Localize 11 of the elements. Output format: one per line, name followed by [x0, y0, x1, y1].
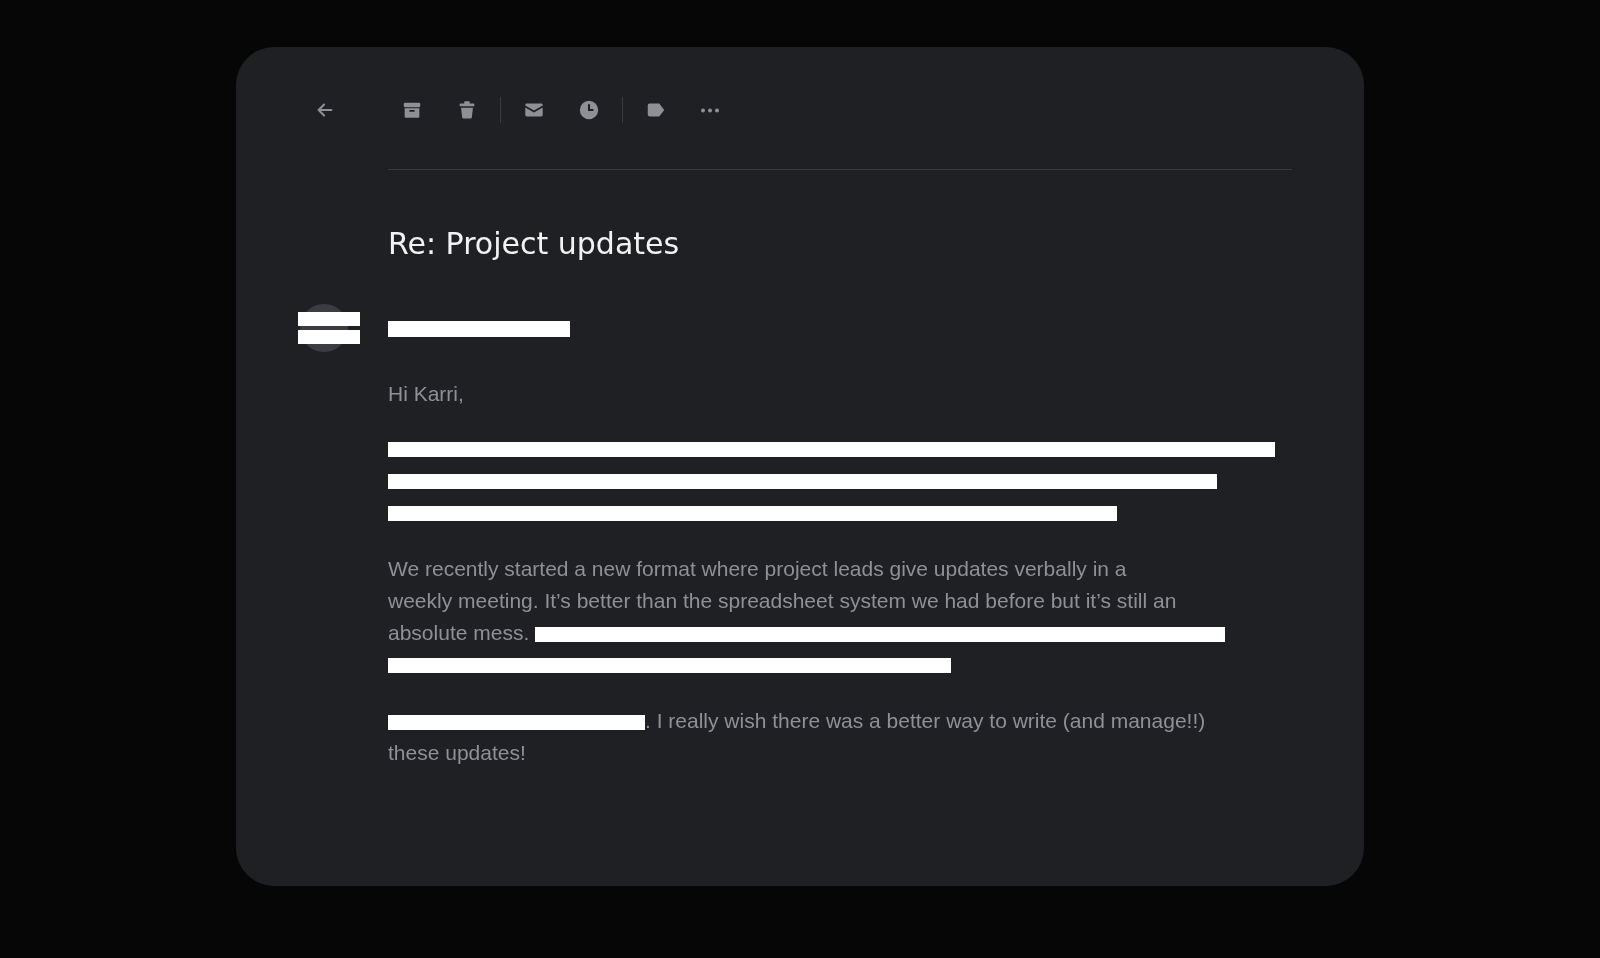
clock-icon — [578, 99, 600, 121]
more-icon — [700, 107, 720, 113]
email-subject: Re: Project updates — [388, 225, 681, 263]
body-text: weekly meeting. It’s better than the spreadsheet system we had before but it’s still an — [388, 588, 1177, 614]
greeting-text: Hi Karri, — [388, 381, 465, 407]
redaction-bar — [298, 312, 360, 326]
body-text: . I really wish there was a better way to write (and manage!!) — [645, 709, 1206, 732]
body-text: We recently started a new format where project leads give updates verbally in a — [388, 556, 1127, 582]
body-text: these updates! — [388, 740, 526, 766]
body-text: absolute mess. — [388, 621, 531, 644]
redaction-bar — [298, 330, 360, 344]
